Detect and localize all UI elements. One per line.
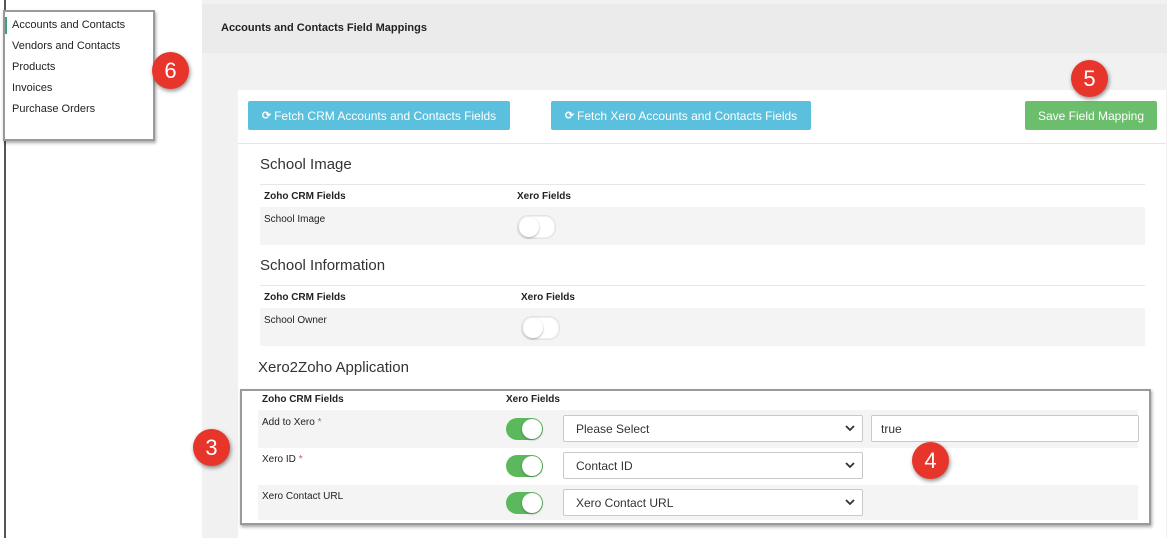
column-header-crm: Zoho CRM Fields [264, 191, 346, 202]
callout-badge-4: 4 [912, 442, 949, 479]
fetch-xero-fields-button[interactable]: ⟳ Fetch Xero Accounts and Contacts Field… [551, 101, 811, 130]
refresh-icon: ⟳ [261, 110, 272, 122]
sidebar-item-products[interactable]: Products [12, 61, 55, 73]
sidebar-item-purchase-orders[interactable]: Purchase Orders [12, 103, 95, 115]
section-title-school-information: School Information [260, 257, 386, 274]
table-row [260, 308, 1145, 346]
sidebar-item-accounts-and-contacts[interactable]: Accounts and Contacts [12, 19, 125, 31]
table-row [260, 207, 1145, 245]
page-title: Accounts and Contacts Field Mappings [221, 22, 427, 34]
fetch-crm-fields-button[interactable]: ⟳ Fetch CRM Accounts and Contacts Fields [248, 101, 510, 130]
toggle-knob [523, 318, 543, 338]
divider [260, 184, 1145, 185]
callout-badge-6: 6 [152, 52, 189, 89]
column-header-crm: Zoho CRM Fields [264, 292, 346, 303]
section-title-school-image: School Image [260, 156, 352, 173]
sidebar-nav: Accounts and Contacts Vendors and Contac… [3, 10, 155, 141]
fetch-xero-fields-label: Fetch Xero Accounts and Contacts Fields [577, 108, 798, 123]
toggle-knob [519, 217, 539, 237]
sidebar-item-invoices[interactable]: Invoices [12, 82, 52, 94]
field-label-school-owner: School Owner [264, 315, 327, 326]
toggle-school-image[interactable] [517, 215, 556, 239]
column-header-xero: Xero Fields [517, 191, 571, 202]
column-header-xero: Xero Fields [521, 292, 575, 303]
refresh-icon: ⟳ [564, 110, 575, 122]
fetch-crm-fields-label: Fetch CRM Accounts and Contacts Fields [274, 108, 497, 123]
sidebar-active-indicator [5, 17, 7, 34]
callout-badge-5: 5 [1071, 60, 1108, 97]
section-title-xero2zoho-application: Xero2Zoho Application [258, 359, 409, 376]
divider [238, 143, 1166, 144]
toggle-school-owner[interactable] [521, 316, 560, 340]
save-field-mapping-button[interactable]: Save Field Mapping [1025, 101, 1157, 130]
field-label-school-image: School Image [264, 214, 326, 225]
highlight-box [240, 389, 1151, 525]
callout-badge-3: 3 [193, 429, 230, 466]
sidebar-item-vendors-and-contacts[interactable]: Vendors and Contacts [12, 40, 120, 52]
divider [260, 285, 1145, 286]
